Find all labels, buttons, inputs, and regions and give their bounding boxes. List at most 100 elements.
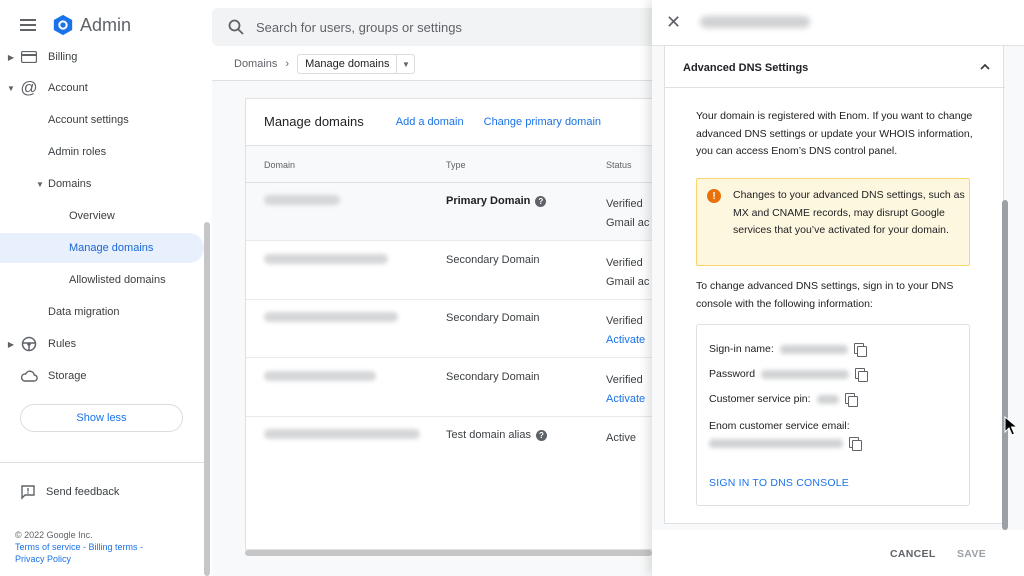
panel-domain-redacted — [700, 16, 810, 28]
password-row: Password — [709, 368, 869, 382]
status-label: Verified — [606, 315, 643, 327]
domain-type-label: Primary Domain — [446, 195, 531, 207]
sign-in-dns-console-button[interactable]: SIGN IN TO DNS CONSOLE — [709, 477, 849, 489]
brand: Admin — [20, 14, 131, 36]
at-sign-icon: @ — [20, 78, 38, 97]
sidebar-item-domains[interactable]: ▼ Domains — [0, 169, 204, 199]
terms-link[interactable]: Terms of service — [15, 542, 81, 552]
close-icon[interactable]: ✕ — [666, 13, 681, 31]
redacted-value — [709, 438, 843, 448]
add-domain-link[interactable]: Add a domain — [396, 116, 464, 128]
dns-instructions: To change advanced DNS settings, sign in… — [696, 280, 954, 310]
copy-icon[interactable] — [849, 437, 862, 451]
footer: © 2022 Google Inc. Terms of service - Bi… — [15, 529, 143, 565]
sidebar-item-storage[interactable]: Storage — [0, 361, 204, 391]
activate-link[interactable]: Activate — [606, 331, 645, 350]
column-domain[interactable]: Domain — [264, 160, 295, 170]
mouse-cursor-icon — [1004, 416, 1018, 436]
table-row[interactable]: Secondary Domain Verified Activate — [246, 359, 654, 417]
sidebar-item-label: Account — [48, 82, 88, 94]
sidebar-item-account[interactable]: ▼ @ Account — [0, 73, 204, 103]
chevron-up-icon[interactable] — [979, 61, 991, 73]
pin-row: Customer service pin: — [709, 393, 858, 407]
activate-link[interactable]: Activate — [606, 390, 645, 409]
sidebar-item-label: Rules — [48, 338, 77, 350]
table-header: Domain Type Status — [246, 145, 654, 183]
help-icon[interactable]: ? — [535, 195, 547, 207]
copy-icon[interactable] — [855, 368, 869, 382]
table-row[interactable]: Primary Domain? Verified Gmail ac — [246, 183, 654, 241]
sidebar-item-account-settings[interactable]: Account settings — [0, 105, 204, 135]
caret-down-icon: ▼ — [7, 83, 15, 93]
panel-scrollbar[interactable] — [1002, 200, 1008, 530]
domain-type: Primary Domain? — [446, 195, 547, 207]
caret-right-icon: ▶ — [7, 339, 15, 349]
sidebar-item-label: Overview — [69, 210, 115, 222]
copy-icon[interactable] — [853, 343, 867, 357]
help-icon[interactable]: ? — [536, 429, 547, 441]
divider — [212, 80, 652, 81]
field-label: Sign-in name: — [709, 343, 774, 355]
table-row[interactable]: Secondary Domain Verified Gmail ac — [246, 242, 654, 300]
copy-icon[interactable] — [844, 393, 858, 407]
domain-status: Active — [606, 432, 636, 444]
sidebar-item-rules[interactable]: ▶ Rules — [0, 329, 204, 359]
sidebar-item-label: Billing — [48, 51, 78, 63]
menu-icon[interactable] — [20, 19, 36, 31]
advanced-dns-header[interactable]: Advanced DNS Settings — [665, 46, 1005, 88]
search-input[interactable] — [256, 19, 616, 35]
sidebar-item-label: Data migration — [48, 306, 120, 318]
panel-body: Advanced DNS Settings Your domain is reg… — [652, 46, 1024, 530]
sidebar-item-label: Allowlisted domains — [69, 274, 166, 286]
save-button[interactable]: SAVE — [957, 548, 986, 560]
breadcrumb: Domains › Manage domains ▼ — [234, 54, 416, 74]
sidebar-item-manage-domains[interactable]: Manage domains — [0, 233, 204, 263]
horizontal-scrollbar[interactable] — [245, 550, 652, 556]
panel-header: ✕ — [652, 0, 1024, 46]
domain-status: Verified Gmail ac — [606, 195, 649, 233]
domain-type: Secondary Domain — [446, 371, 540, 383]
domain-name-redacted — [264, 312, 398, 322]
sidebar-item-billing[interactable]: ▶ Billing — [0, 42, 204, 72]
search-bar[interactable] — [212, 8, 652, 46]
sidebar-item-overview[interactable]: Overview — [0, 201, 204, 231]
email-value-row — [709, 437, 862, 451]
domain-name-redacted — [264, 254, 388, 264]
domain-type-label: Test domain alias — [446, 429, 531, 441]
sidebar-item-allowlisted-domains[interactable]: Allowlisted domains — [0, 265, 204, 295]
billing-terms-link[interactable]: Billing terms — [89, 542, 138, 552]
section-title: Advanced DNS Settings — [683, 62, 809, 74]
feedback-icon — [21, 485, 35, 500]
table-row[interactable]: Test domain alias? Active — [246, 417, 654, 475]
domain-type: Secondary Domain — [446, 254, 540, 266]
domain-status: Verified Gmail ac — [606, 254, 649, 292]
column-type[interactable]: Type — [446, 160, 466, 170]
domain-status: Verified Activate — [606, 371, 645, 409]
warning-banner: ! Changes to your advanced DNS settings,… — [696, 178, 970, 266]
privacy-link[interactable]: Privacy Policy — [15, 553, 143, 565]
sidebar-scrollbar[interactable] — [204, 222, 210, 576]
copyright: © 2022 Google Inc. — [15, 530, 93, 540]
breadcrumb-domains[interactable]: Domains — [234, 58, 277, 70]
warning-text: Changes to your advanced DNS settings, s… — [733, 189, 965, 236]
show-less-button[interactable]: Show less — [20, 404, 183, 432]
table-row[interactable]: Secondary Domain Verified Activate — [246, 300, 654, 358]
breadcrumb-current-label: Manage domains — [305, 58, 390, 70]
sidebar-item-admin-roles[interactable]: Admin roles — [0, 137, 204, 167]
chevron-down-icon[interactable]: ▼ — [396, 55, 414, 73]
breadcrumb-current[interactable]: Manage domains ▼ — [297, 54, 416, 74]
column-status[interactable]: Status — [606, 160, 632, 170]
domain-type: Test domain alias? — [446, 429, 547, 441]
domain-status: Verified Activate — [606, 312, 645, 350]
caret-right-icon: ▶ — [7, 52, 15, 62]
signin-name-row: Sign-in name: — [709, 343, 867, 357]
divider — [0, 462, 204, 463]
send-feedback-button[interactable]: Send feedback — [20, 484, 119, 500]
domain-name-redacted — [264, 371, 376, 381]
sidebar-item-data-migration[interactable]: Data migration — [0, 297, 204, 327]
app-title: Admin — [80, 14, 132, 35]
panel-footer: CANCEL SAVE — [652, 530, 1024, 576]
cancel-button[interactable]: CANCEL — [890, 548, 936, 560]
redacted-value — [761, 369, 850, 379]
change-primary-domain-link[interactable]: Change primary domain — [484, 116, 601, 128]
